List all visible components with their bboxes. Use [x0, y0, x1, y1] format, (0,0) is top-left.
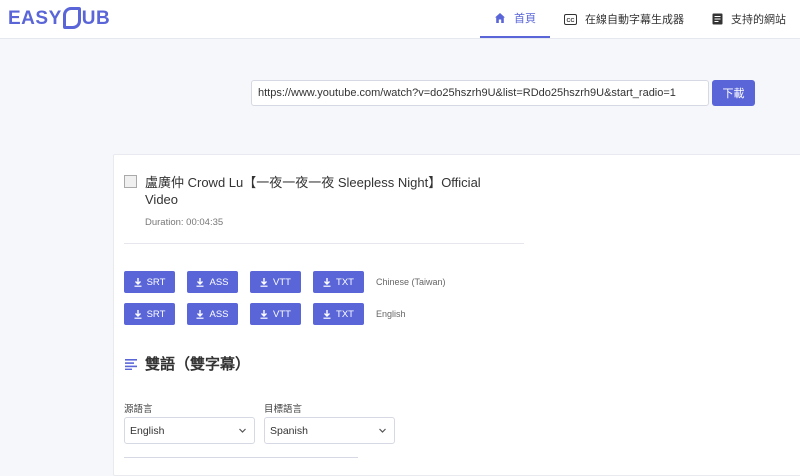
easysub-logo[interactable]: EASY UB [8, 7, 110, 31]
logo-text-left: EASY [8, 8, 62, 29]
nav-item-home-label: 首頁 [514, 13, 536, 25]
format-label: VTT [273, 308, 291, 320]
download-ass-chinese-button[interactable]: ASS [187, 271, 238, 293]
nav-item-subtitle-generator[interactable]: CC 在線自動字幕生成器 [550, 0, 698, 38]
list-doc-icon [712, 13, 723, 25]
logo-s-mark-icon [62, 7, 81, 29]
nav-item-supported-sites[interactable]: 支持的網站 [698, 0, 800, 38]
subtitle-row-chinese: SRT ASS VTT TXT Chinese (Taiwan) [124, 271, 446, 293]
download-vtt-chinese-button[interactable]: VTT [250, 271, 301, 293]
download-icon [323, 277, 331, 287]
source-language-value: English [130, 424, 165, 437]
chevron-down-icon [239, 428, 246, 433]
download-icon [134, 277, 142, 287]
download-icon [260, 277, 268, 287]
download-ass-english-button[interactable]: ASS [187, 303, 238, 325]
result-card: 盧廣仲 Crowd Lu【一夜一夜一夜 Sleepless Night】Offi… [113, 154, 800, 476]
main-nav: 首頁 CC 在線自動字幕生成器 支持的網站 [480, 0, 800, 38]
video-url-input[interactable] [251, 80, 709, 106]
logo-text-right: UB [81, 8, 111, 29]
nav-item-home[interactable]: 首頁 [480, 0, 550, 38]
source-language-label: 源語言 [124, 404, 153, 415]
cc-icon: CC [564, 13, 577, 25]
download-icon [134, 309, 142, 319]
download-icon [196, 309, 204, 319]
subtitle-language-label: Chinese (Taiwan) [376, 277, 446, 287]
format-label: TXT [336, 308, 354, 320]
format-label: TXT [336, 276, 354, 288]
format-label: VTT [273, 276, 291, 288]
bilingual-heading: 雙語（雙字幕） [125, 353, 250, 374]
download-srt-chinese-button[interactable]: SRT [124, 271, 175, 293]
url-form: 下載 [251, 80, 755, 106]
top-header: EASY UB 首頁 CC 在線自動字幕生成器 支持的網站 [0, 0, 800, 39]
download-txt-english-button[interactable]: TXT [313, 303, 364, 325]
bilingual-heading-text: 雙語（雙字幕） [145, 356, 251, 373]
subtitle-language-label: English [376, 309, 406, 319]
next-control-edge [124, 457, 358, 458]
nav-item-sites-label: 支持的網站 [731, 14, 786, 26]
video-thumbnail-broken-image-icon [124, 175, 137, 188]
download-vtt-english-button[interactable]: VTT [250, 303, 301, 325]
download-button[interactable]: 下載 [712, 80, 755, 106]
video-duration: Duration: 00:04:35 [145, 217, 224, 228]
format-label: SRT [146, 276, 166, 288]
download-icon [323, 309, 331, 319]
chevron-down-icon [379, 428, 386, 433]
source-language-select[interactable]: English [124, 417, 255, 444]
divider [124, 243, 524, 244]
download-srt-english-button[interactable]: SRT [124, 303, 175, 325]
download-icon [260, 309, 268, 319]
lines-list-icon [125, 358, 137, 370]
target-language-label: 目標語言 [264, 404, 303, 415]
nav-item-generator-label: 在線自動字幕生成器 [585, 14, 684, 26]
download-txt-chinese-button[interactable]: TXT [313, 271, 364, 293]
target-language-value: Spanish [270, 424, 308, 437]
home-icon [495, 13, 505, 23]
format-label: ASS [209, 308, 229, 320]
svg-text:CC: CC [567, 17, 575, 23]
format-label: ASS [209, 276, 229, 288]
download-icon [196, 277, 204, 287]
video-title: 盧廣仲 Crowd Lu【一夜一夜一夜 Sleepless Night】Offi… [145, 175, 481, 207]
subtitle-row-english: SRT ASS VTT TXT English [124, 303, 406, 325]
target-language-select[interactable]: Spanish [264, 417, 395, 444]
format-label: SRT [146, 308, 166, 320]
